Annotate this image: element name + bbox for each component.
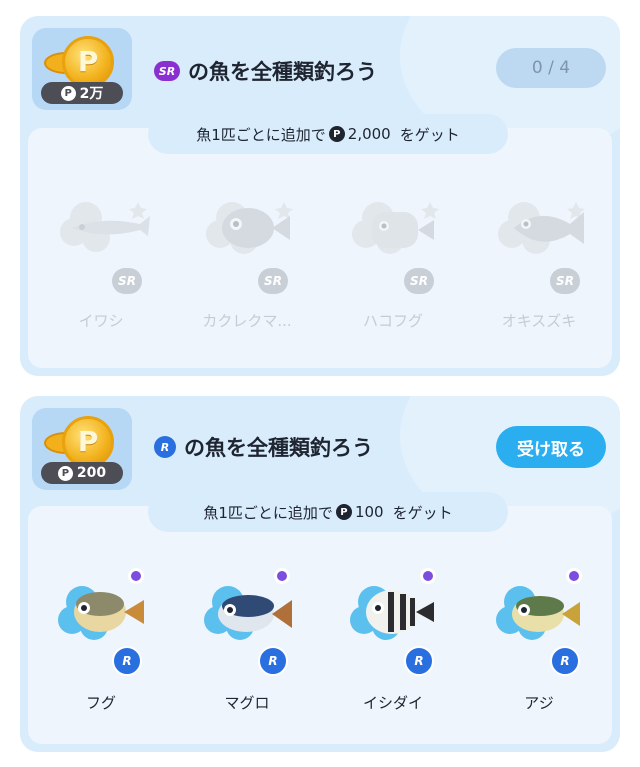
reward-amount-label: 2万 [79, 86, 104, 102]
bonus-prefix: 魚1匹ごとに追加で [203, 503, 333, 522]
bonus-suffix: をゲット [399, 125, 460, 144]
sr-badge-icon: SR [404, 268, 434, 294]
fish-item-iwashi[interactable]: SR イワシ [28, 182, 174, 352]
fish-item-kakurekumanomi[interactable]: SR カクレクマ... [174, 182, 320, 352]
new-dot-icon [420, 568, 436, 584]
r-badge-icon: R [550, 646, 580, 676]
bonus-amount: 100 [354, 503, 384, 521]
r-badge-icon: R [112, 646, 142, 676]
sr-badge-icon: SR [258, 268, 288, 294]
reward-amount: P 200 [41, 462, 123, 484]
horse-mackerel-icon [496, 586, 580, 640]
coin-p-icon: P [62, 416, 114, 468]
sr-badge-icon: SR [112, 268, 142, 294]
r-rarity-icon: R [154, 436, 176, 458]
reward-amount: P 2万 [41, 82, 123, 104]
fish-name: フグ [85, 694, 116, 712]
fish-panel: 魚1匹ごとに追加で P 100 をゲット R フグ R マグロ R イシダイ R… [28, 492, 612, 744]
progress-button: 0 / 4 [496, 48, 606, 88]
new-dot-icon [128, 568, 144, 584]
tuna-icon [204, 586, 292, 640]
r-badge-icon: R [258, 646, 288, 676]
point-p-icon: P [335, 504, 352, 520]
fish-item-aji[interactable]: R アジ [466, 566, 612, 736]
reward-box: P P 2万 [32, 28, 132, 110]
fish-name: カクレクマ... [202, 312, 292, 330]
bonus-prefix: 魚1匹ごとに追加で [196, 125, 326, 144]
fish-name: アジ [524, 694, 554, 712]
point-p-icon: P [60, 85, 76, 101]
section-title: の魚を全種類釣ろう [188, 60, 377, 84]
r-collection-card: P P 200 R の魚を全種類釣ろう 受け取る 魚1匹ごとに追加で P 100… [20, 396, 620, 752]
section-title-row: R の魚を全種類釣ろう [154, 432, 373, 462]
sr-badge-icon: SR [550, 268, 580, 294]
reward-box: P P 200 [32, 408, 132, 490]
coin-p-icon: P [62, 36, 114, 88]
seabass-silhouette-icon [498, 202, 585, 254]
claim-button[interactable]: 受け取る [496, 426, 606, 468]
point-p-icon: P [328, 126, 345, 142]
fish-name: オキスズキ [501, 312, 577, 330]
clownfish-silhouette-icon [206, 202, 293, 254]
boxfish-silhouette-icon [352, 202, 439, 254]
fish-name: イワシ [78, 312, 124, 330]
fish-item-fugu[interactable]: R フグ [28, 566, 174, 736]
sr-collection-card: P P 2万 SR の魚を全種類釣ろう 0 / 4 魚1匹ごとに追加で P 2,… [20, 16, 620, 376]
pufferfish-icon [58, 586, 144, 640]
fish-item-okisuzuki[interactable]: SR オキスズキ [466, 182, 612, 352]
fish-panel: 魚1匹ごとに追加で P 2,000 をゲット SR イワシ SR カクレクマ..… [28, 114, 612, 368]
new-dot-icon [566, 568, 582, 584]
section-title: の魚を全種類釣ろう [184, 436, 373, 460]
fish-name: ハコフグ [362, 312, 423, 330]
fish-item-hakofugu[interactable]: SR ハコフグ [320, 182, 466, 352]
fish-list: SR イワシ SR カクレクマ... SR ハコフグ SR オキスズキ [28, 182, 612, 352]
r-badge-icon: R [404, 646, 434, 676]
bonus-suffix: をゲット [392, 503, 453, 522]
fish-list: R フグ R マグロ R イシダイ R アジ [28, 566, 612, 736]
bonus-banner: 魚1匹ごとに追加で P 2,000 をゲット [148, 114, 508, 154]
sardine-silhouette-icon [60, 202, 150, 252]
sr-rarity-icon: SR [154, 61, 180, 81]
bonus-amount: 2,000 [347, 125, 391, 143]
point-p-icon: P [57, 465, 73, 481]
reward-amount-label: 200 [76, 465, 107, 481]
bonus-banner: 魚1匹ごとに追加で P 100 をゲット [148, 492, 508, 532]
fish-name: マグロ [224, 694, 270, 712]
new-dot-icon [274, 568, 290, 584]
section-title-row: SR の魚を全種類釣ろう [154, 56, 377, 86]
fish-name: イシダイ [362, 694, 423, 712]
fish-item-ishidai[interactable]: R イシダイ [320, 566, 466, 736]
fish-item-maguro[interactable]: R マグロ [174, 566, 320, 736]
striped-beakfish-icon [350, 586, 434, 640]
